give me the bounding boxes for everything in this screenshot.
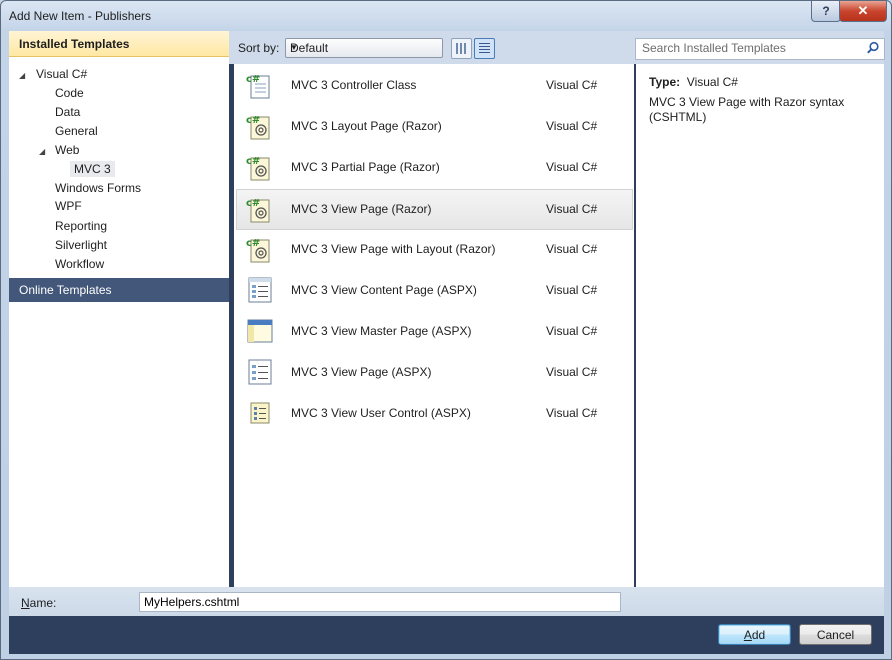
online-templates-header[interactable]: Online Templates — [9, 278, 229, 302]
medium-icons-view-button[interactable] — [451, 38, 472, 59]
installed-templates-header[interactable]: Installed Templates — [9, 31, 229, 57]
template-name: MVC 3 View Page (Razor) — [291, 202, 432, 216]
template-name: MVC 3 Controller Class — [291, 78, 417, 92]
template-name: MVC 3 View Page with Layout (Razor) — [291, 242, 496, 256]
tree-item-windows-forms[interactable]: Windows Forms — [55, 181, 141, 195]
template-row[interactable]: c# MVC 3 View Page with Layout (Razor) Vis… — [237, 230, 632, 269]
svg-text:c#: c# — [246, 115, 260, 126]
cancel-button[interactable]: Cancel — [799, 624, 872, 645]
template-row[interactable]: c# MVC 3 Partial Page (Razor) Visual C# — [237, 148, 632, 187]
svg-text:c#: c# — [246, 198, 260, 209]
tree-item-web[interactable]: Web — [55, 143, 79, 157]
template-row[interactable]: MVC 3 View Page (ASPX) Visual C# — [237, 353, 632, 392]
tree-item-workflow[interactable]: Workflow — [55, 257, 104, 271]
tree-item-visual-csharp[interactable]: Visual C# — [36, 67, 87, 81]
tree-item-wpf[interactable]: WPF — [55, 199, 82, 213]
svg-text:c#: c# — [246, 74, 260, 85]
tree-item-data[interactable]: Data — [55, 105, 80, 119]
csharp-class-icon: c# — [246, 74, 270, 99]
sort-by-label: Sort by: — [238, 41, 280, 55]
template-language: Visual C# — [546, 406, 598, 420]
aspx-control-icon — [250, 402, 270, 424]
template-description: MVC 3 View Page with Razor syntax (CSHTM… — [649, 95, 845, 124]
tree-item-reporting[interactable]: Reporting — [55, 219, 107, 233]
template-language: Visual C# — [546, 324, 598, 338]
template-language: Visual C# — [546, 202, 598, 216]
template-name: MVC 3 Partial Page (Razor) — [291, 160, 440, 174]
search-input[interactable] — [636, 39, 868, 57]
template-row[interactable]: c# MVC 3 View Page (Razor) Visual C# — [236, 189, 633, 230]
template-row[interactable]: MVC 3 View User Control (ASPX) Visual C# — [237, 394, 632, 433]
template-categories-panel: Installed Templates ◢ Visual C# Code Dat… — [9, 31, 229, 587]
template-language: Visual C# — [546, 242, 598, 256]
close-button[interactable]: ✕ — [839, 1, 887, 22]
dialog-window: Add New Item - Publishers ? ✕ Installed … — [0, 0, 892, 660]
template-row[interactable]: c# MVC 3 Layout Page (Razor) Visual C# — [237, 107, 632, 146]
name-label: Name: — [21, 596, 57, 610]
template-name: MVC 3 View Content Page (ASPX) — [291, 283, 477, 297]
name-input[interactable] — [139, 592, 621, 612]
name-row: Name: — [9, 587, 884, 616]
sort-by-dropdown[interactable]: Default ▼ — [285, 38, 443, 58]
template-name: MVC 3 View Master Page (ASPX) — [291, 324, 472, 338]
razor-page-icon: c# — [246, 198, 270, 223]
list-view-icon — [479, 43, 490, 54]
razor-page-icon: c# — [246, 156, 270, 181]
tree-item-code[interactable]: Code — [55, 86, 84, 100]
template-type: Type: Visual C# — [649, 75, 738, 89]
online-templates-label: Online Templates — [19, 283, 112, 297]
aspx-master-icon — [247, 319, 273, 343]
help-button[interactable]: ? — [811, 1, 841, 22]
svg-text:c#: c# — [246, 238, 260, 249]
svg-text:c#: c# — [246, 156, 260, 167]
template-row[interactable]: c# MVC 3 Controller Class Visual C# — [237, 66, 632, 105]
tree-item-mvc3[interactable]: MVC 3 — [70, 161, 115, 177]
template-name: MVC 3 Layout Page (Razor) — [291, 119, 442, 133]
details-view-button[interactable] — [474, 38, 495, 59]
template-name: MVC 3 View User Control (ASPX) — [291, 406, 471, 420]
type-value: Visual C# — [686, 75, 738, 89]
template-language: Visual C# — [546, 119, 598, 133]
collapse-triangle-icon[interactable]: ◢ — [19, 71, 25, 80]
window-title: Add New Item - Publishers — [9, 9, 152, 23]
chevron-down-icon: ▼ — [290, 43, 298, 52]
template-language: Visual C# — [546, 365, 598, 379]
tree-item-general[interactable]: General — [55, 124, 98, 138]
tree-item-silverlight[interactable]: Silverlight — [55, 238, 107, 252]
razor-page-icon: c# — [246, 238, 270, 263]
title-bar: Add New Item - Publishers ? ✕ — [1, 1, 891, 31]
template-details-panel: Type: Visual C# MVC 3 View Page with Raz… — [636, 64, 884, 587]
installed-templates-label: Installed Templates — [19, 37, 130, 51]
template-row[interactable]: MVC 3 View Master Page (ASPX) Visual C# — [237, 312, 632, 351]
aspx-page-icon — [248, 359, 272, 385]
template-name: MVC 3 View Page (ASPX) — [291, 365, 432, 379]
search-box[interactable] — [635, 38, 885, 60]
grid-view-icon — [456, 43, 467, 54]
add-button[interactable]: Add — [718, 624, 791, 645]
template-language: Visual C# — [546, 78, 598, 92]
aspx-content-icon — [248, 277, 272, 303]
search-icon[interactable] — [866, 41, 880, 55]
razor-page-icon: c# — [246, 115, 270, 140]
template-language: Visual C# — [546, 160, 598, 174]
template-language: Visual C# — [546, 283, 598, 297]
collapse-triangle-icon[interactable]: ◢ — [39, 147, 45, 156]
type-label: Type: — [649, 75, 681, 89]
template-list: c# MVC 3 Controller Class Visual C# c# MVC 3… — [234, 64, 634, 587]
template-row[interactable]: MVC 3 View Content Page (ASPX) Visual C# — [237, 271, 632, 310]
dialog-client: Installed Templates ◢ Visual C# Code Dat… — [9, 31, 885, 654]
